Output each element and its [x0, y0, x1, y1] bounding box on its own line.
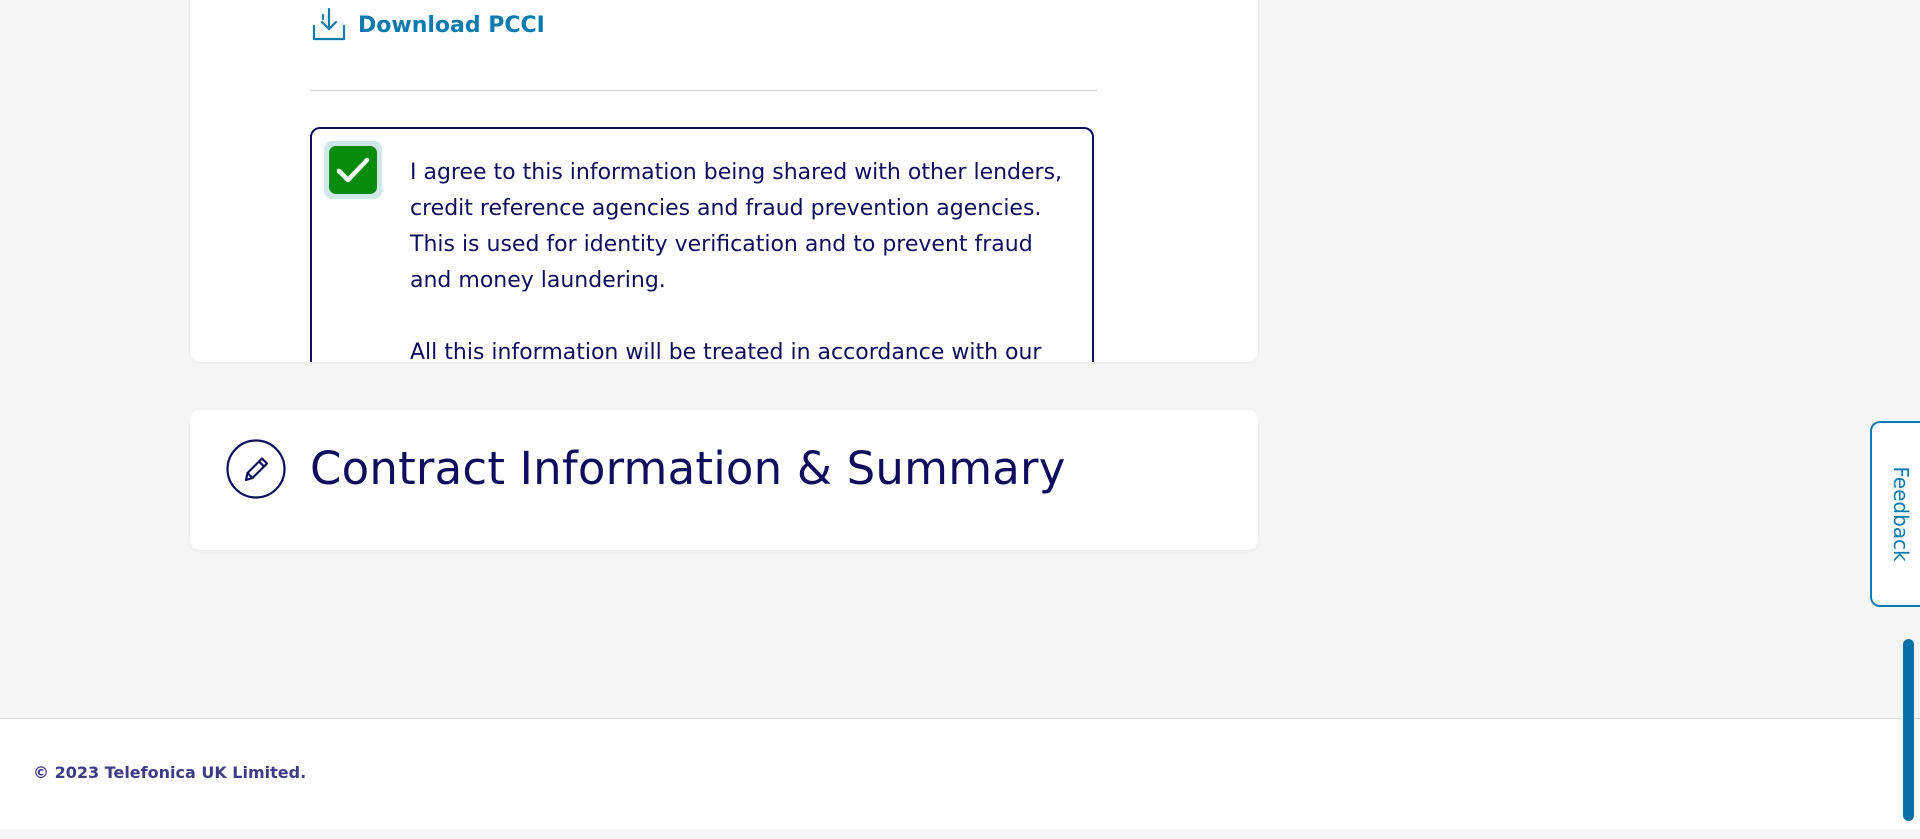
scrollbar-thumb[interactable]	[1903, 639, 1914, 821]
credit-info-card: Download PCCI I agree to this informatio…	[190, 0, 1258, 362]
copyright-text: © 2023 Telefonica UK Limited.	[33, 763, 307, 782]
pencil-icon[interactable]	[226, 439, 286, 499]
download-pcci-label: Download PCCI	[358, 12, 545, 38]
feedback-tab[interactable]: Feedback	[1870, 421, 1920, 607]
consent-paragraph: All this information will be treated in …	[410, 340, 1042, 362]
checkmark-icon	[336, 157, 370, 183]
consent-box: I agree to this information being shared…	[310, 127, 1094, 362]
section-divider	[310, 90, 1097, 91]
checkbox-checked	[329, 146, 377, 194]
consent-checkbox[interactable]	[324, 141, 382, 199]
consent-text: I agree to this information being shared…	[410, 155, 1070, 362]
footer: © 2023 Telefonica UK Limited.	[0, 718, 1920, 829]
consent-paragraph: I agree to this information being shared…	[410, 160, 1063, 293]
contract-section-title: Contract Information & Summary	[310, 442, 1066, 495]
feedback-label: Feedback	[1889, 466, 1913, 562]
contract-information-card[interactable]: Contract Information & Summary	[190, 410, 1258, 550]
download-icon	[310, 6, 348, 44]
download-pcci-link[interactable]: Download PCCI	[310, 6, 545, 44]
